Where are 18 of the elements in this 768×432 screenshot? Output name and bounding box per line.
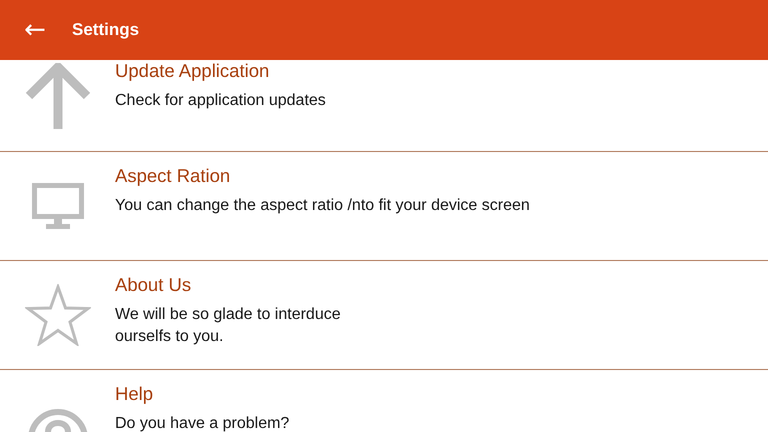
item-title: Help [115,383,154,405]
star-icon [24,284,90,346]
item-title: Update Application [115,60,270,82]
item-title: Aspect Ration [115,165,232,187]
settings-item[interactable]: Aspect Ration You can change the aspect ratio /nto fit your device screen [0,152,768,261]
settings-item[interactable]: Update Application Check for application updates [0,60,768,152]
back-button[interactable]: ← [20,17,50,43]
item-title: About Us [115,274,192,296]
item-description: ourselfs to you. [115,327,224,347]
app-bar-title: Settings [72,20,140,40]
item-description: Check for application updates [115,91,326,111]
monitor-icon [32,183,84,229]
item-description: Do you have a problem? [115,414,290,432]
arrow-up-icon [24,63,90,129]
item-description: We will be so glade to interduce [115,305,341,325]
settings-item[interactable]: About Us We will be so glade to interduce ourselfs to you. [0,261,768,370]
item-description: You can change the aspect ratio /nto fit your device screen [115,196,530,216]
settings-item[interactable]: Help Do you have a problem? [0,370,768,432]
